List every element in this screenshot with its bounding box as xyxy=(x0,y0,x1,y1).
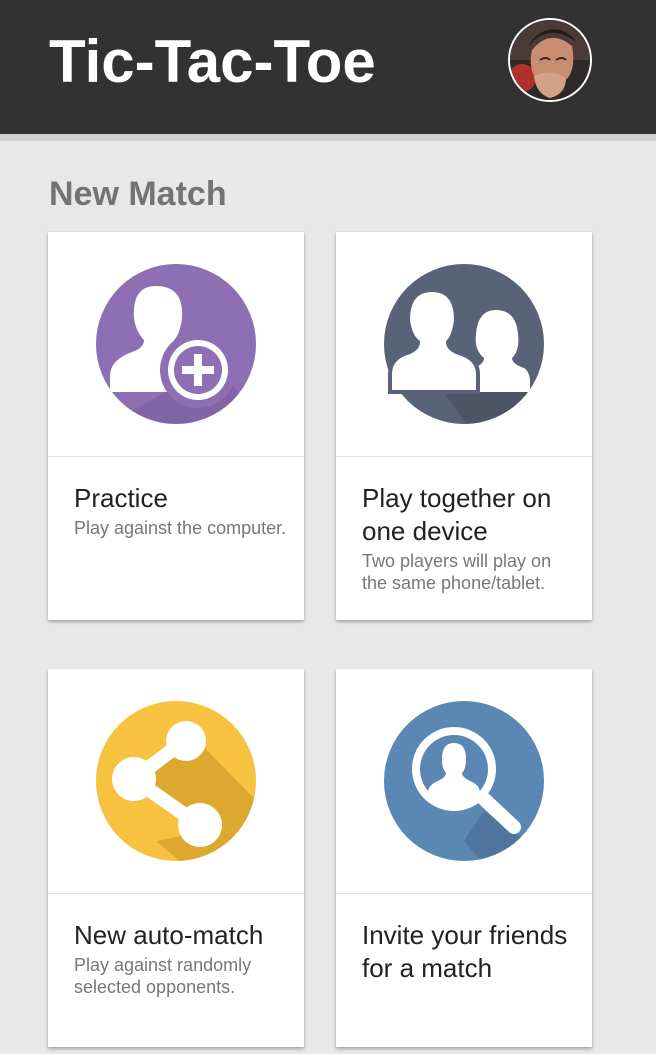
card-text: Practice Play against the computer. xyxy=(74,482,290,539)
app-bar: Tic-Tac-Toe xyxy=(0,0,656,134)
card-title: Invite your friends for a match xyxy=(362,920,568,983)
invite-friends-card[interactable]: Invite your friends for a match xyxy=(336,669,592,1047)
card-text: Play together on one device Two players … xyxy=(362,482,578,594)
card-text: Invite your friends for a match xyxy=(362,919,578,985)
auto-match-card[interactable]: New auto-match Play against randomly sel… xyxy=(48,669,304,1047)
card-image xyxy=(336,669,592,894)
two-users-icon xyxy=(384,264,544,424)
user-avatar[interactable] xyxy=(508,18,592,102)
card-image xyxy=(48,232,304,457)
card-description: Play against the computer. xyxy=(74,518,287,538)
card-title: Practice xyxy=(74,483,168,513)
card-text: New auto-match Play against randomly sel… xyxy=(74,919,290,998)
practice-card[interactable]: Practice Play against the computer. xyxy=(48,232,304,620)
card-description: Two players will play on the same phone/… xyxy=(362,551,552,593)
card-image xyxy=(48,669,304,894)
card-title: Play together on one device xyxy=(362,483,552,546)
search-user-icon xyxy=(384,701,544,861)
avatar-image xyxy=(510,20,590,100)
add-user-icon xyxy=(96,264,256,424)
app-bar-shadow xyxy=(0,134,656,141)
section-title: New Match xyxy=(49,175,227,213)
card-image xyxy=(336,232,592,457)
play-together-card[interactable]: Play together on one device Two players … xyxy=(336,232,592,620)
card-description: Play against randomly selected opponents… xyxy=(74,955,252,997)
card-title: New auto-match xyxy=(74,920,264,950)
share-icon xyxy=(96,701,256,861)
app-title: Tic-Tac-Toe xyxy=(49,28,376,95)
